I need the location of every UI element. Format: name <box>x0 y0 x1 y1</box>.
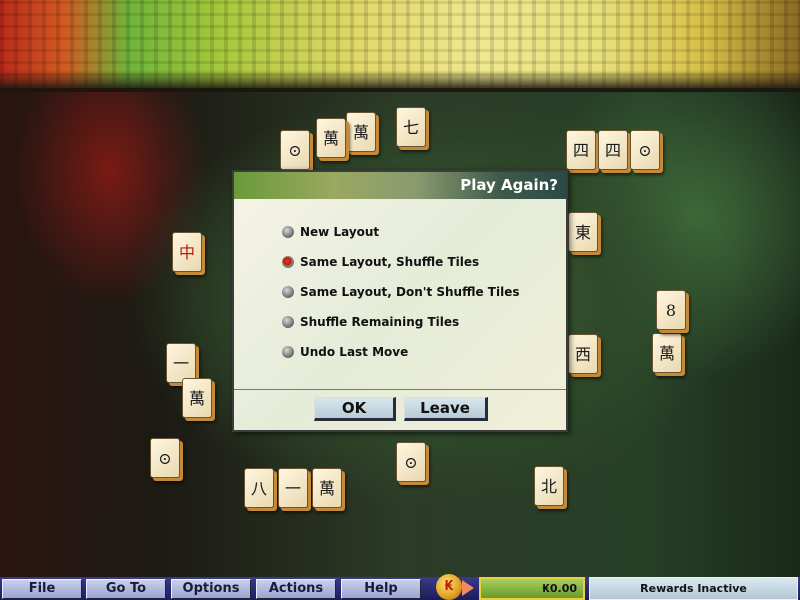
coin-icon[interactable]: ₭ <box>436 574 462 600</box>
mahjong-tile[interactable]: ⊙ <box>396 442 426 482</box>
mahjong-tile[interactable]: 四 <box>566 130 596 170</box>
option-same-layout-no-shuffle[interactable]: Same Layout, Don't Shuffle Tiles <box>282 285 520 299</box>
radio-selected-icon[interactable] <box>282 256 294 268</box>
option-label: Undo Last Move <box>300 345 409 359</box>
radio-icon[interactable] <box>282 316 294 328</box>
ok-button[interactable]: OK <box>314 397 396 421</box>
play-again-dialog: Play Again? New Layout Same Layout, Shuf… <box>232 170 568 432</box>
mahjong-tile[interactable]: 一 <box>166 343 196 383</box>
option-undo-last-move[interactable]: Undo Last Move <box>282 345 408 359</box>
leave-button[interactable]: Leave <box>404 397 488 421</box>
menu-go-to[interactable]: Go To <box>86 579 166 599</box>
dialog-title: Play Again? <box>234 172 566 199</box>
mahjong-tile[interactable]: 萬 <box>312 468 342 508</box>
option-shuffle-remaining[interactable]: Shuffle Remaining Tiles <box>282 315 459 329</box>
mahjong-tile[interactable]: 萬 <box>316 118 346 158</box>
mahjong-tile[interactable]: 8 <box>656 290 686 330</box>
mahjong-tile[interactable]: 萬 <box>652 333 682 373</box>
menu-file[interactable]: File <box>2 579 82 599</box>
mahjong-tile[interactable]: 西 <box>568 334 598 374</box>
mahjong-tile[interactable]: 七 <box>396 107 426 147</box>
mahjong-tile[interactable]: ⊙ <box>150 438 180 478</box>
radio-icon[interactable] <box>282 286 294 298</box>
arrow-icon <box>462 580 474 596</box>
menu-options[interactable]: Options <box>171 579 251 599</box>
mahjong-tile[interactable]: 中 <box>172 232 202 272</box>
menu-help[interactable]: Help <box>341 579 421 599</box>
menu-actions[interactable]: Actions <box>256 579 336 599</box>
mahjong-tile[interactable]: ⊙ <box>630 130 660 170</box>
radio-icon[interactable] <box>282 346 294 358</box>
mahjong-tile[interactable]: 萬 <box>182 378 212 418</box>
rewards-status[interactable]: Rewards Inactive <box>589 577 798 600</box>
option-label: Same Layout, Don't Shuffle Tiles <box>300 285 520 299</box>
mahjong-tile[interactable]: ⊙ <box>280 130 310 170</box>
option-label: New Layout <box>300 225 380 239</box>
mahjong-tile[interactable]: 北 <box>534 466 564 506</box>
dialog-divider <box>234 389 566 390</box>
option-label: Shuffle Remaining Tiles <box>300 315 460 329</box>
mahjong-tile[interactable]: 萬 <box>346 112 376 152</box>
mahjong-tile[interactable]: 八 <box>244 468 274 508</box>
radio-icon[interactable] <box>282 226 294 238</box>
option-same-layout-shuffle[interactable]: Same Layout, Shuffle Tiles <box>282 255 479 269</box>
option-label: Same Layout, Shuffle Tiles <box>300 255 480 269</box>
banner-shade <box>0 70 800 92</box>
option-new-layout[interactable]: New Layout <box>282 225 379 239</box>
balance-display: ₭0.00 <box>479 577 585 600</box>
mahjong-tile[interactable]: 四 <box>598 130 628 170</box>
mahjong-tile[interactable]: 東 <box>568 212 598 252</box>
mahjong-tile[interactable]: 一 <box>278 468 308 508</box>
